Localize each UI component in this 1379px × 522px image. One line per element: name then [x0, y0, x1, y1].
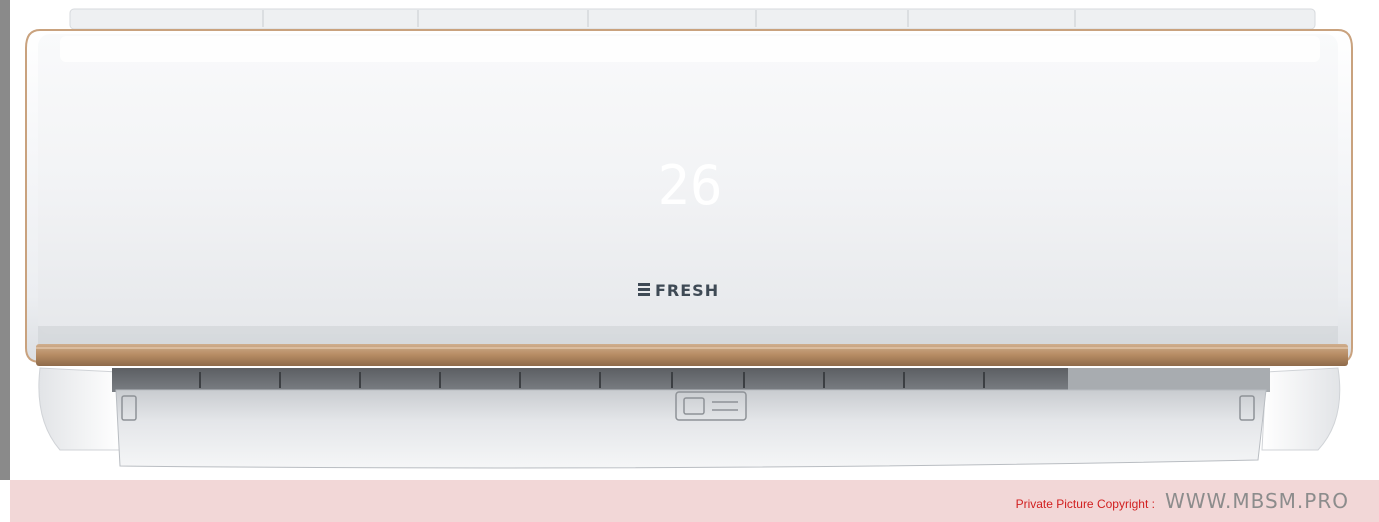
- svg-text:FRESH: FRESH: [655, 281, 719, 300]
- copyright-label: Private Picture Copyright :: [1015, 497, 1155, 511]
- left-end-cap: [38, 367, 121, 451]
- right-end-cap: [1261, 367, 1341, 451]
- temperature-display: 26: [657, 154, 722, 217]
- panel-bottom-shadow: [38, 326, 1338, 344]
- panel-top-highlight: [60, 36, 1320, 62]
- left-edge: [0, 0, 10, 480]
- watermark: Private Picture Copyright : WWW.MBSM.PRO: [1016, 489, 1349, 513]
- swing-flap: [115, 389, 1267, 469]
- copyright-site: WWW.MBSM.PRO: [1164, 489, 1349, 513]
- top-grille: [69, 8, 1316, 30]
- air-conditioner-photo: 26 FRESH: [25, 8, 1353, 469]
- fresh-logo-icon: [638, 283, 650, 296]
- screenshot-canvas: 26 FRESH Private Picture Copyright : WWW…: [0, 0, 1379, 522]
